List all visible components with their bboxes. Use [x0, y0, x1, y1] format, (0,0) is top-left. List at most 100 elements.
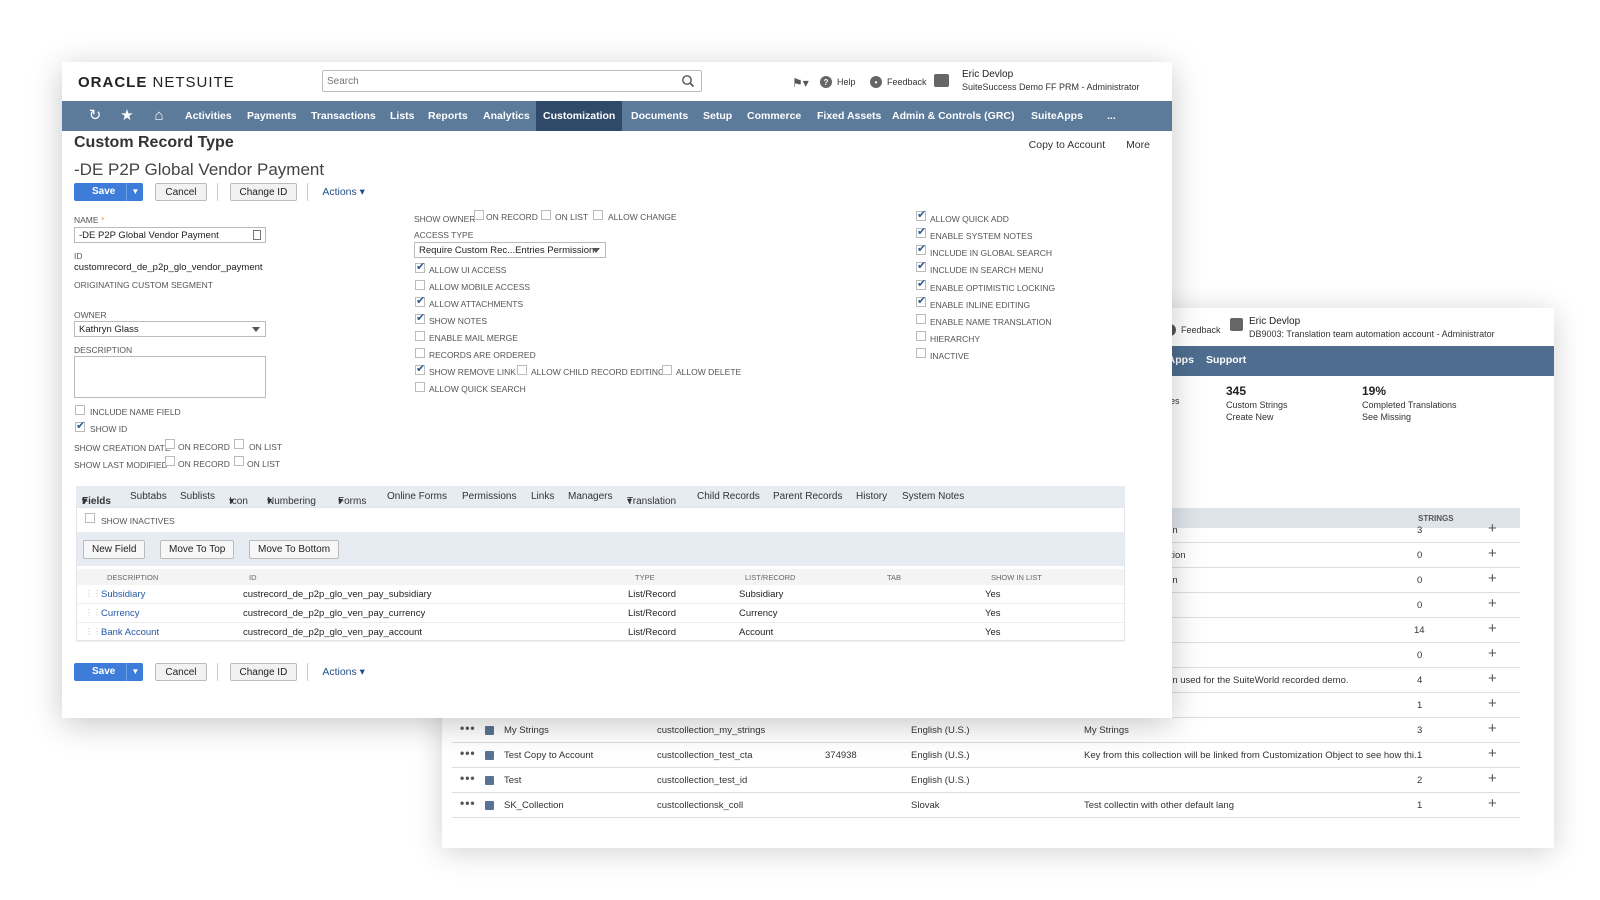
tab-sublists[interactable]: Sublists: [180, 491, 215, 502]
nav-reports[interactable]: Reports: [421, 101, 475, 131]
row-menu-icon[interactable]: •••: [460, 746, 476, 760]
add-icon[interactable]: +: [1488, 695, 1497, 712]
actions-menu[interactable]: Actions ▾: [322, 186, 365, 198]
table-row[interactable]: ••• Test Copy to Account custcollection_…: [452, 743, 1520, 768]
add-icon[interactable]: +: [1488, 670, 1497, 687]
tab-links[interactable]: Links: [531, 491, 554, 502]
show-notes-checkbox[interactable]: [415, 311, 425, 324]
cancel-button[interactable]: Cancel: [155, 183, 207, 201]
show-owner-on-record-checkbox[interactable]: [474, 210, 484, 220]
user-menu[interactable]: Eric Devlop SuiteSuccess Demo FF PRM - A…: [962, 69, 1140, 92]
feedback-link[interactable]: • Feedback: [870, 76, 927, 88]
translate-icon[interactable]: [253, 230, 261, 240]
include-in-global-search-checkbox[interactable]: [916, 242, 926, 255]
access-type-select[interactable]: Require Custom Rec...Entries Permission: [414, 242, 606, 258]
drag-handle-icon[interactable]: ⋮⋮: [85, 589, 101, 598]
add-icon[interactable]: +: [1488, 795, 1497, 812]
allow-quick-add-checkbox[interactable]: [916, 208, 926, 221]
show-remove-link-checkbox[interactable]: [415, 362, 425, 375]
oracle-netsuite-logo[interactable]: ORACLE NETSUITE: [78, 74, 235, 91]
add-icon[interactable]: +: [1488, 770, 1497, 787]
add-icon[interactable]: +: [1488, 545, 1497, 562]
allow-mobile-access-checkbox[interactable]: [415, 280, 425, 290]
table-row[interactable]: ⋮⋮ Bank Account custrecord_de_p2p_glo_ve…: [77, 623, 1124, 642]
table-row[interactable]: ⋮⋮ Currency custrecord_de_p2p_glo_ven_pa…: [77, 604, 1124, 623]
row-menu-icon[interactable]: •••: [460, 796, 476, 810]
enable-name-translation-checkbox[interactable]: [916, 314, 926, 324]
allow-child-record-editing-checkbox[interactable]: [517, 365, 527, 375]
add-icon[interactable]: +: [1488, 520, 1497, 537]
nav-suiteapps[interactable]: SuiteApps: [1024, 101, 1090, 131]
table-row[interactable]: ••• My Strings custcollection_my_strings…: [452, 718, 1520, 743]
enable-inline-editing-checkbox[interactable]: [916, 294, 926, 307]
nav-payments[interactable]: Payments: [240, 101, 304, 131]
table-row[interactable]: ⋮⋮ Subsidiary custrecord_de_p2p_glo_ven_…: [77, 585, 1124, 604]
creation-date-on-record-checkbox[interactable]: [165, 439, 175, 449]
allow-delete-checkbox[interactable]: [662, 365, 672, 375]
enable-optimistic-locking-checkbox[interactable]: [916, 277, 926, 290]
allow-change-checkbox[interactable]: [593, 210, 603, 220]
creation-date-on-list-checkbox[interactable]: [234, 439, 244, 449]
nav-commerce[interactable]: Commerce: [740, 101, 808, 131]
add-icon[interactable]: +: [1488, 745, 1497, 762]
enable-system-notes-checkbox[interactable]: [916, 225, 926, 238]
table-row[interactable]: ••• SK_Collection custcollectionsk_coll …: [452, 793, 1520, 818]
add-icon[interactable]: +: [1488, 595, 1497, 612]
search-icon[interactable]: [681, 74, 695, 88]
drag-handle-icon[interactable]: ⋮⋮: [85, 627, 101, 636]
create-new-link[interactable]: Create New: [1226, 412, 1274, 422]
allow-ui-access-checkbox[interactable]: [415, 260, 425, 273]
nav-analytics[interactable]: Analytics: [476, 101, 537, 131]
global-search[interactable]: [322, 70, 702, 92]
expand-icon[interactable]: [485, 751, 494, 760]
nav-support[interactable]: Support: [1206, 354, 1246, 366]
actions-menu[interactable]: Actions ▾: [322, 666, 365, 678]
chevron-down-icon[interactable]: ▼: [126, 663, 143, 681]
description-textarea[interactable]: [74, 356, 266, 398]
name-field[interactable]: -DE P2P Global Vendor Payment: [74, 227, 266, 243]
tab-system-notes[interactable]: System Notes: [902, 491, 964, 502]
expand-icon[interactable]: [485, 776, 494, 785]
nav-activities[interactable]: Activities: [178, 101, 239, 131]
table-row[interactable]: ••• Test custcollection_test_id English …: [452, 768, 1520, 793]
nav-lists[interactable]: Lists: [383, 101, 422, 131]
row-menu-icon[interactable]: •••: [460, 721, 476, 735]
save-button[interactable]: Save ▼: [74, 183, 144, 201]
recent-icon[interactable]: ↻: [86, 107, 104, 125]
hierarchy-checkbox[interactable]: [916, 331, 926, 341]
add-icon[interactable]: +: [1488, 570, 1497, 587]
nav-documents[interactable]: Documents: [624, 101, 695, 131]
star-icon[interactable]: ★: [118, 107, 136, 125]
nav-fixed-assets[interactable]: Fixed Assets: [810, 101, 888, 131]
row-menu-icon[interactable]: •••: [460, 771, 476, 785]
tab-subtabs[interactable]: Subtabs: [130, 491, 167, 502]
copy-to-account-link[interactable]: Copy to Account: [1029, 139, 1105, 151]
user-menu[interactable]: Eric Devlop DB9003: Translation team aut…: [1230, 316, 1495, 339]
move-to-top-button[interactable]: Move To Top: [160, 540, 235, 559]
include-in-search-menu-checkbox[interactable]: [916, 259, 926, 272]
inactive-checkbox[interactable]: [916, 348, 926, 358]
feedback-link[interactable]: • Feedback: [1164, 324, 1221, 336]
save-button[interactable]: Save ▼: [74, 663, 144, 681]
records-are-ordered-checkbox[interactable]: [415, 348, 425, 358]
see-missing-link[interactable]: See Missing: [1362, 412, 1411, 422]
nav-customization[interactable]: Customization: [536, 101, 623, 131]
show-owner-on-list-checkbox[interactable]: [541, 210, 551, 220]
role-switch-icon[interactable]: [934, 74, 949, 87]
owner-select[interactable]: Kathryn Glass: [74, 321, 266, 337]
tab-history[interactable]: History: [856, 491, 887, 502]
home-icon[interactable]: ⌂: [150, 107, 168, 125]
search-input[interactable]: [323, 72, 663, 91]
enable-mail-merge-checkbox[interactable]: [415, 331, 425, 341]
new-field-button[interactable]: New Field: [83, 540, 146, 559]
nav-admin-controls[interactable]: Admin & Controls (GRC): [885, 101, 1022, 131]
nav-setup[interactable]: Setup: [696, 101, 739, 131]
expand-icon[interactable]: [485, 801, 494, 810]
cancel-button[interactable]: Cancel: [155, 663, 207, 681]
recent-records-menu[interactable]: ⚑▾: [792, 76, 809, 90]
drag-handle-icon[interactable]: ⋮⋮: [85, 608, 101, 617]
move-to-bottom-button[interactable]: Move To Bottom: [249, 540, 340, 559]
show-inactives-checkbox[interactable]: [85, 513, 95, 523]
allow-quick-search-checkbox[interactable]: [415, 382, 425, 392]
show-id-checkbox[interactable]: [75, 419, 85, 432]
